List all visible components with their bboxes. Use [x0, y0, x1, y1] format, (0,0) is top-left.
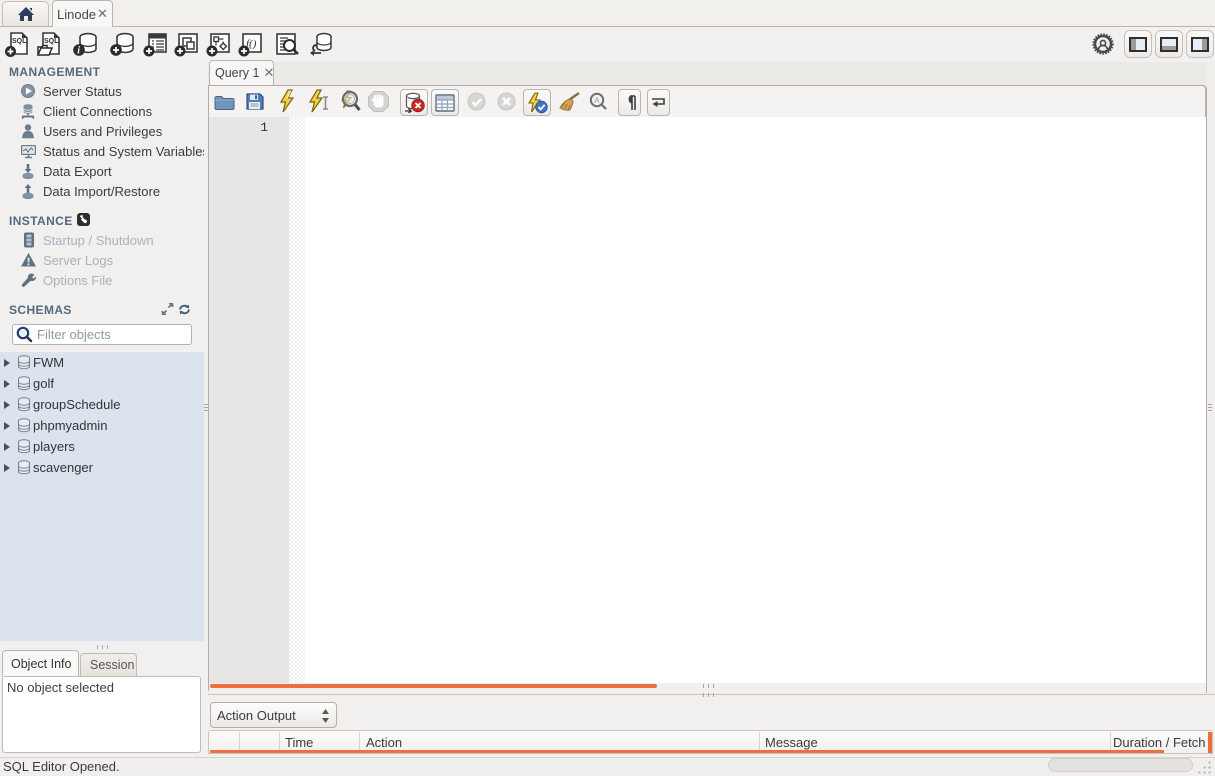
svg-text:SQL: SQL — [44, 38, 59, 45]
svg-text:i: i — [77, 46, 80, 57]
svg-text:SQL: SQL — [12, 38, 27, 45]
svg-text:A: A — [594, 96, 600, 105]
